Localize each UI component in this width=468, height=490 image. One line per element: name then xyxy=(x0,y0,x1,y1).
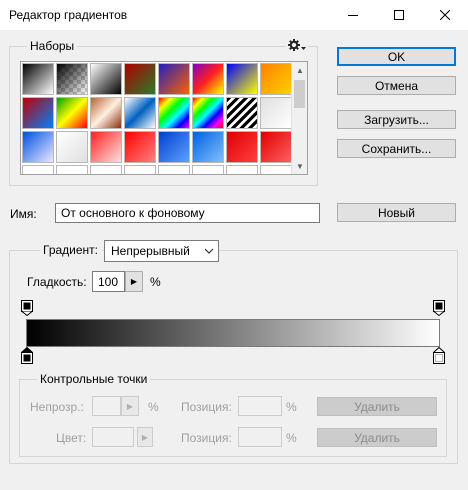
preset-swatch[interactable] xyxy=(226,165,258,174)
preset-swatch[interactable] xyxy=(226,63,258,95)
opacity-position-label: Позиция: xyxy=(181,400,232,414)
smoothness-label: Гладкость: xyxy=(27,275,87,289)
preset-swatch[interactable] xyxy=(90,97,122,129)
presets-label: Наборы xyxy=(27,39,78,53)
color-label: Цвет: xyxy=(56,431,87,445)
color-stop-right-swatch xyxy=(435,354,443,362)
color-swatch-input[interactable] xyxy=(92,427,134,447)
color-position-input[interactable] xyxy=(238,427,282,447)
preset-swatch[interactable] xyxy=(22,165,54,174)
preset-swatch[interactable] xyxy=(260,165,292,174)
color-stop-right[interactable] xyxy=(433,347,445,364)
preset-swatch[interactable] xyxy=(192,97,224,129)
preset-swatch[interactable] xyxy=(56,63,88,95)
preset-swatch[interactable] xyxy=(226,97,258,129)
preset-swatch[interactable] xyxy=(192,165,224,174)
gradient-type-value: Непрерывный xyxy=(111,244,190,258)
gradient-type-label: Градиент: xyxy=(40,243,103,257)
preset-swatch[interactable] xyxy=(22,131,54,163)
preset-swatch[interactable] xyxy=(124,63,156,95)
ok-button[interactable]: OK xyxy=(337,47,456,66)
preset-swatch[interactable] xyxy=(124,165,156,174)
title-bar: Редактор градиентов xyxy=(0,0,468,30)
stops-group-label: Контрольные точки xyxy=(37,372,151,386)
color-menu-button[interactable]: ▶ xyxy=(137,427,153,447)
minimize-button[interactable] xyxy=(330,0,376,30)
color-position-label: Позиция: xyxy=(181,431,232,445)
preset-swatch[interactable] xyxy=(260,131,292,163)
cancel-button[interactable]: Отмена xyxy=(337,76,456,95)
smoothness-unit: % xyxy=(150,275,161,289)
opacity-label: Непрозр.: xyxy=(30,400,84,414)
chevron-right-icon: ▶ xyxy=(141,432,149,442)
save-button[interactable]: Сохранить... xyxy=(337,139,456,158)
chevron-right-icon: ▶ xyxy=(130,277,138,286)
preset-swatch[interactable] xyxy=(22,63,54,95)
preset-swatch[interactable] xyxy=(158,131,190,163)
maximize-button[interactable] xyxy=(376,0,422,30)
load-button[interactable]: Загрузить... xyxy=(337,110,456,129)
gradient-preview-bar[interactable] xyxy=(26,319,440,347)
preset-swatch[interactable] xyxy=(158,165,190,174)
scroll-up-icon[interactable]: ▲ xyxy=(292,62,307,78)
opacity-spin-button[interactable]: ▶ xyxy=(121,396,139,416)
preset-swatch[interactable] xyxy=(56,131,88,163)
delete-color-stop-button[interactable]: Удалить xyxy=(317,428,437,447)
opacity-input[interactable] xyxy=(92,396,121,416)
preset-swatch[interactable] xyxy=(260,63,292,95)
presets-menu-button[interactable] xyxy=(286,39,308,51)
minimize-icon xyxy=(348,15,358,16)
opacity-unit: % xyxy=(148,400,159,414)
color-stop-left[interactable] xyxy=(21,347,33,364)
smoothness-input[interactable]: 100 xyxy=(92,271,125,292)
dropdown-arrow-icon xyxy=(301,46,306,50)
scroll-thumb[interactable] xyxy=(294,80,305,108)
preset-swatch[interactable] xyxy=(124,97,156,129)
preset-swatch[interactable] xyxy=(56,97,88,129)
preset-swatch[interactable] xyxy=(90,165,122,174)
presets-list[interactable]: ▲ ▼ xyxy=(20,61,308,175)
opacity-position-unit: % xyxy=(286,400,297,414)
gear-icon xyxy=(288,39,300,51)
new-button[interactable]: Новый xyxy=(337,203,456,222)
close-icon xyxy=(440,10,450,20)
window-title: Редактор градиентов xyxy=(9,8,128,22)
gradient-type-select[interactable]: Непрерывный xyxy=(104,240,219,262)
opacity-position-input[interactable] xyxy=(238,396,282,416)
preset-swatch[interactable] xyxy=(226,131,258,163)
chevron-down-icon xyxy=(204,248,214,254)
preset-swatch[interactable] xyxy=(90,63,122,95)
preset-swatch[interactable] xyxy=(192,131,224,163)
name-input[interactable]: От основного к фоновому xyxy=(55,203,320,223)
preset-swatch[interactable] xyxy=(124,131,156,163)
close-button[interactable] xyxy=(422,0,468,30)
preset-swatch[interactable] xyxy=(22,97,54,129)
preset-swatch[interactable] xyxy=(192,63,224,95)
chevron-right-icon: ▶ xyxy=(126,401,134,411)
color-stop-left-swatch xyxy=(23,354,31,362)
color-position-unit: % xyxy=(286,431,297,445)
scroll-down-icon[interactable]: ▼ xyxy=(292,158,307,174)
presets-scrollbar[interactable]: ▲ ▼ xyxy=(291,62,307,174)
smoothness-spin-button[interactable]: ▶ xyxy=(125,271,143,292)
preset-swatch[interactable] xyxy=(158,63,190,95)
preset-swatch[interactable] xyxy=(56,165,88,174)
preset-swatch[interactable] xyxy=(90,131,122,163)
name-label: Имя: xyxy=(10,207,37,221)
delete-opacity-stop-button[interactable]: Удалить xyxy=(317,397,437,416)
preset-swatch[interactable] xyxy=(158,97,190,129)
opacity-stop-left[interactable] xyxy=(21,300,33,316)
opacity-stop-right[interactable] xyxy=(433,300,445,316)
preset-grid xyxy=(22,63,294,174)
preset-swatch[interactable] xyxy=(260,97,292,129)
maximize-icon xyxy=(394,10,404,20)
